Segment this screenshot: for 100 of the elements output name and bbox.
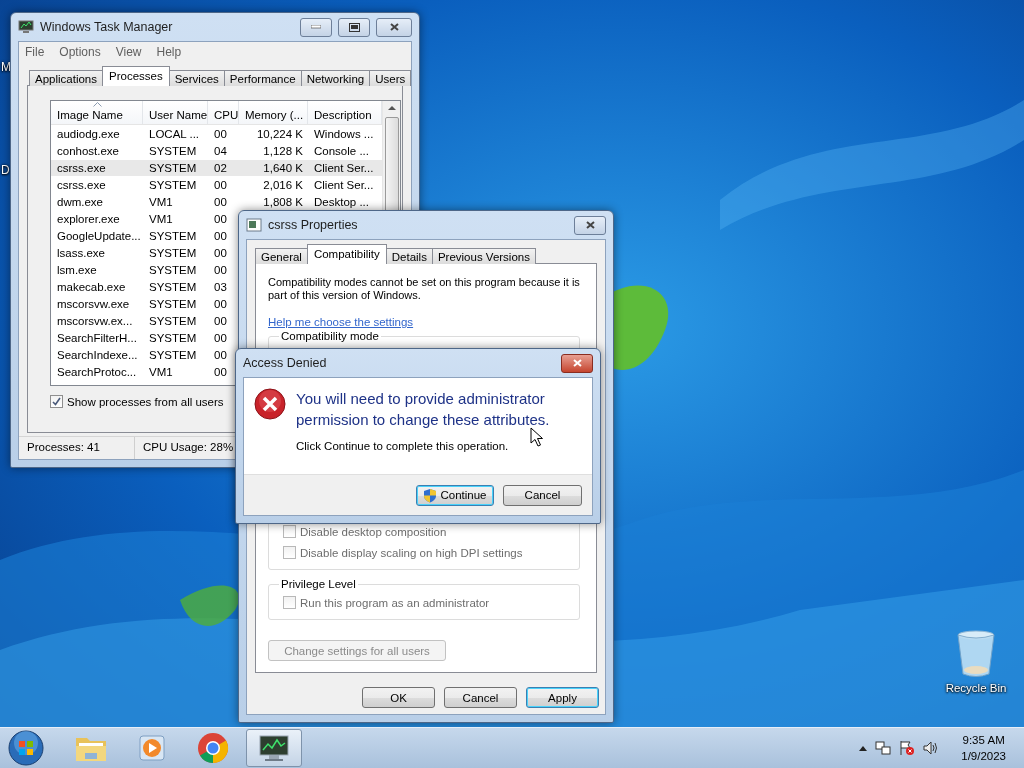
checkbox-label: Disable display scaling on high DPI settings <box>300 546 523 559</box>
tab[interactable]: Previous Versions <box>431 248 536 264</box>
window-title: Access Denied <box>243 356 328 370</box>
tab[interactable]: Performance <box>223 70 302 86</box>
table-cell-text: csrss.exe <box>56 162 107 174</box>
tab[interactable]: General <box>255 248 308 264</box>
dialog-button[interactable]: Apply <box>526 687 599 708</box>
info-text: Compatibility modes cannot be set on this program because it is part of this version of Windows. <box>268 276 581 302</box>
tab[interactable]: Applications <box>29 70 103 86</box>
network-icon[interactable] <box>875 740 892 756</box>
checkbox-label: Disable desktop composition <box>300 525 447 538</box>
table-cell-text: lsass.exe <box>56 247 106 259</box>
round-logo-icon <box>197 732 229 764</box>
column-header[interactable]: CPU <box>208 101 239 124</box>
table-cell-text: 00 <box>213 349 228 361</box>
icon-label: Recycle Bin <box>945 682 1007 694</box>
tab[interactable]: Users <box>369 70 412 86</box>
table-cell-text: SYSTEM <box>148 281 198 293</box>
table-cell-text: 2,016 K <box>262 179 304 191</box>
clock[interactable]: 9:35 AM 1/9/2023 <box>961 732 1006 764</box>
close-icon <box>585 221 595 229</box>
checkbox[interactable] <box>283 596 296 609</box>
table-cell-text: mscorsvw.ex... <box>56 315 134 327</box>
menu-item[interactable]: View <box>115 45 142 59</box>
start-button[interactable] <box>7 729 45 767</box>
column-header[interactable]: Image Name <box>51 101 143 124</box>
process-row[interactable]: conhost.exe SYSTEM 04 1,128 K Console ... <box>51 143 382 159</box>
clock-date: 1/9/2023 <box>961 749 1006 764</box>
close-icon <box>572 359 582 367</box>
table-cell-text: 1,128 K <box>262 145 304 157</box>
error-icon <box>254 388 286 420</box>
table-cell-text: VM1 <box>148 196 174 208</box>
table-cell-text: 00 <box>213 179 228 191</box>
process-row[interactable]: csrss.exe SYSTEM 00 2,016 K Client Ser... <box>51 177 382 193</box>
table-cell-text: SYSTEM <box>148 315 198 327</box>
checkbox-label: Run this program as an administrator <box>300 596 490 609</box>
close-button[interactable] <box>561 353 593 373</box>
table-cell-text: SYSTEM <box>148 230 198 242</box>
speaker-icon[interactable] <box>923 740 940 756</box>
up-arrow-icon[interactable] <box>387 105 396 111</box>
table-cell-text: SearchIndexe... <box>56 349 139 361</box>
table-cell-text: 00 <box>213 298 228 310</box>
process-row[interactable]: dwm.exe VM1 00 1,808 K Desktop ... <box>51 194 382 210</box>
tab[interactable]: Compatibility <box>306 244 387 264</box>
column-header[interactable]: User Name <box>143 101 208 124</box>
table-cell-text: Client Ser... <box>313 162 375 174</box>
error-heading: You will need to provide administrator permission to change these attributes. <box>296 389 551 430</box>
process-row[interactable]: csrss.exe SYSTEM 02 1,640 K Client Ser... <box>51 160 382 176</box>
maximize-button[interactable] <box>338 17 370 37</box>
table-cell-text: mscorsvw.exe <box>56 298 131 310</box>
taskbar-button[interactable] <box>246 729 302 767</box>
table-cell-text: SYSTEM <box>148 145 198 157</box>
icon-label: D <box>1 163 10 177</box>
dialog-button[interactable]: Continue <box>416 484 494 506</box>
cursor-icon <box>530 427 544 447</box>
clock-time: 9:35 AM <box>962 733 1005 748</box>
tab[interactable]: Networking <box>300 70 371 86</box>
tab[interactable]: Details <box>385 248 433 264</box>
close-button[interactable] <box>574 215 606 235</box>
table-cell-text: SYSTEM <box>148 264 198 276</box>
table-cell-text: GoogleUpdate... <box>56 230 142 242</box>
trash-icon[interactable] <box>956 630 996 678</box>
close-icon <box>389 23 399 31</box>
help-link[interactable]: Help me choose the settings <box>268 316 414 328</box>
table-cell-text: 10,224 K <box>255 128 304 140</box>
checkbox[interactable] <box>50 395 63 408</box>
checkbox[interactable] <box>283 546 296 559</box>
column-header[interactable]: Memory (... <box>239 101 308 124</box>
menu-item[interactable]: Options <box>59 45 101 59</box>
dialog-button[interactable]: Cancel <box>444 687 517 708</box>
menu-item[interactable]: Help <box>156 45 182 59</box>
table-cell-text: 00 <box>213 230 228 242</box>
dialog-button[interactable]: Cancel <box>503 484 582 506</box>
checkbox[interactable] <box>283 525 296 538</box>
table-cell-text: SearchFilterH... <box>56 332 138 344</box>
table-cell-text: 03 <box>213 281 228 293</box>
minimize-button[interactable] <box>300 17 332 37</box>
tab[interactable]: Services <box>168 70 225 86</box>
menu-item[interactable]: File <box>25 45 45 59</box>
table-cell-text: 00 <box>213 315 228 327</box>
table-cell-text: 00 <box>213 247 228 259</box>
process-row[interactable]: audiodg.exe LOCAL ... 00 10,224 K Windows ... <box>51 126 382 142</box>
table-cell-text: Console ... <box>313 145 370 157</box>
table-cell-text: audiodg.exe <box>56 128 121 140</box>
flag-icon[interactable] <box>899 740 916 756</box>
sort-icon <box>92 102 102 107</box>
table-cell-text: 00 <box>213 128 228 140</box>
close-button[interactable] <box>376 17 412 37</box>
table-cell-text: 04 <box>213 145 228 157</box>
tab[interactable]: Processes <box>102 66 170 86</box>
table-cell-text: SYSTEM <box>148 162 198 174</box>
table-cell-text: LOCAL ... <box>148 128 201 140</box>
table-cell-text: 1,640 K <box>262 162 304 174</box>
dialog-button[interactable]: OK <box>362 687 435 708</box>
monitor-icon <box>257 734 291 762</box>
caret-icon[interactable] <box>859 745 868 751</box>
table-cell-text: SYSTEM <box>148 179 198 191</box>
table-cell-text: SYSTEM <box>148 298 198 310</box>
table-cell-text: SYSTEM <box>148 349 198 361</box>
table-cell-text: SYSTEM <box>148 247 198 259</box>
